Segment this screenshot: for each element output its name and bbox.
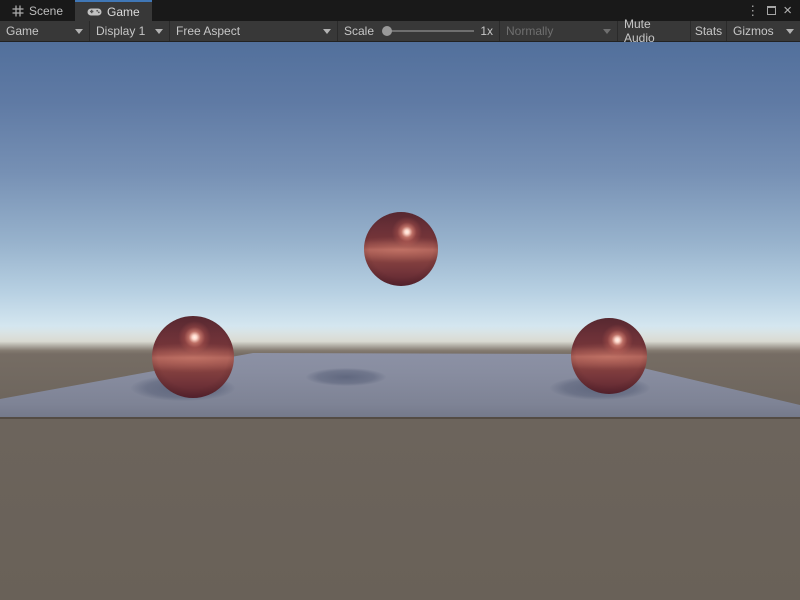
kebab-menu-icon[interactable]: ⋮ (744, 4, 761, 17)
window-controls: ⋮ × (744, 0, 800, 21)
maximize-on-play-label: Normally (506, 24, 553, 38)
maximize-icon[interactable] (767, 6, 776, 15)
grid-icon (12, 5, 24, 17)
chevron-down-icon (603, 29, 611, 34)
gamepad-icon (87, 7, 102, 17)
aspect-ratio-dropdown[interactable]: Free Aspect (170, 21, 338, 41)
display-dropdown[interactable]: Display 1 (90, 21, 170, 41)
scale-slider-track[interactable] (391, 30, 474, 32)
chevron-down-icon (155, 29, 163, 34)
gizmos-dropdown[interactable]: Gizmos (727, 21, 800, 41)
scale-label: Scale (344, 24, 374, 38)
center-sphere (364, 212, 438, 286)
scale-value: 1x (480, 24, 493, 38)
scale-slider-knob[interactable] (382, 26, 392, 36)
game-view-toolbar: Game Display 1 Free Aspect Scale 1x Norm… (0, 21, 800, 42)
gizmos-label: Gizmos (733, 24, 774, 38)
scale-slider[interactable] (382, 21, 474, 41)
chevron-down-icon (75, 29, 83, 34)
tab-game[interactable]: Game (75, 0, 152, 21)
tab-scene-label: Scene (29, 4, 63, 18)
stats-button[interactable]: Stats (691, 21, 727, 41)
sphere-shadow (306, 368, 386, 386)
close-icon[interactable]: × (782, 3, 793, 18)
maximize-on-play-dropdown[interactable]: Normally (500, 21, 618, 41)
chevron-down-icon (786, 29, 794, 34)
stats-label: Stats (695, 24, 722, 38)
tab-game-label: Game (107, 5, 140, 19)
game-popup-dropdown[interactable]: Game (0, 21, 90, 41)
game-viewport[interactable] (0, 42, 800, 600)
aspect-label: Free Aspect (176, 24, 240, 38)
left-sphere (152, 316, 234, 398)
tab-scene[interactable]: Scene (0, 0, 75, 21)
ground-plane-near (0, 417, 800, 600)
horizon-fog (0, 326, 800, 354)
scale-control: Scale 1x (338, 21, 500, 41)
mute-audio-label: Mute Audio (624, 17, 684, 45)
display-label: Display 1 (96, 24, 145, 38)
chevron-down-icon (323, 29, 331, 34)
mute-audio-button[interactable]: Mute Audio (618, 21, 691, 41)
game-popup-label: Game (6, 24, 39, 38)
right-sphere (571, 318, 647, 394)
